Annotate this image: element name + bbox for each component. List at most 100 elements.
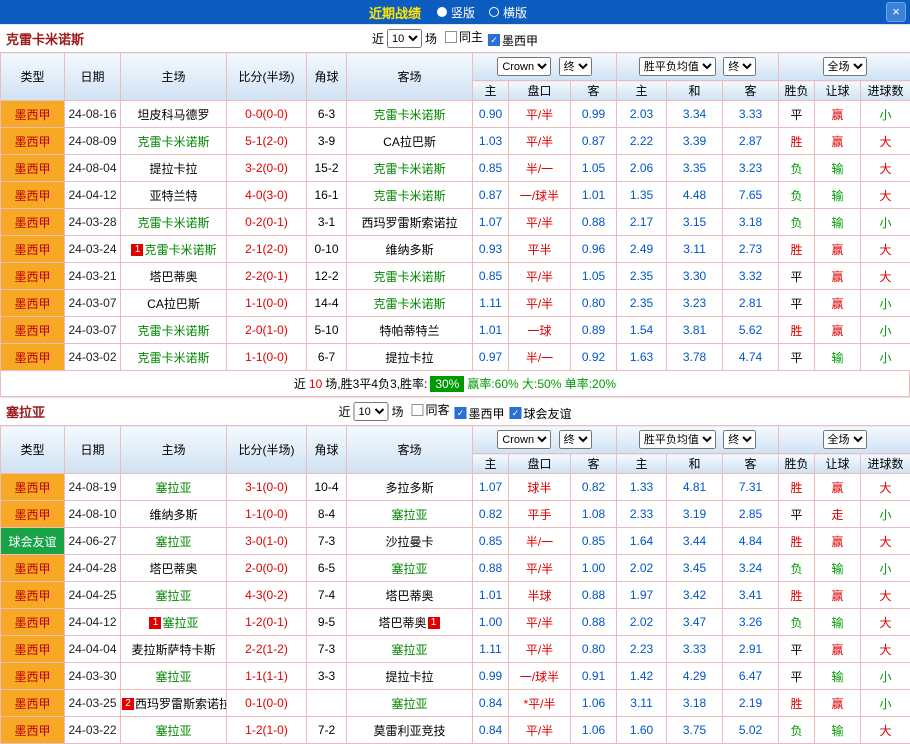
radio-horizontal[interactable]: 横版: [489, 4, 527, 21]
match-count-select[interactable]: 10: [353, 402, 388, 421]
handicap-cell: 平/半: [509, 717, 571, 744]
corner-cell: 7-4: [307, 582, 347, 609]
handicap-result-cell: 输: [815, 182, 861, 209]
date-cell: 24-06-27: [65, 528, 121, 555]
team-name: 塞拉亚: [0, 402, 45, 421]
handicap-cell: 一/球半: [509, 663, 571, 690]
handicap-cell: 一球: [509, 317, 571, 344]
odds-stage-select[interactable]: 终: [559, 430, 592, 449]
checkbox-checked[interactable]: ✓: [455, 407, 467, 419]
avg-stage-select[interactable]: 终: [723, 57, 756, 76]
team-name: 克雷卡米诺斯: [373, 108, 445, 122]
away-odds-cell: 0.88: [571, 209, 617, 236]
odds-stage-select[interactable]: 终: [559, 57, 592, 76]
team-name: 塞拉亚: [391, 508, 427, 522]
result-cell: 平: [779, 101, 815, 128]
result-cell: 胜: [779, 236, 815, 263]
handicap-result-cell: 输: [815, 717, 861, 744]
result-cell: 负: [779, 182, 815, 209]
avg-win-cell: 1.64: [617, 528, 667, 555]
scope-select[interactable]: 全场: [823, 430, 867, 449]
avg-select[interactable]: 胜平负均值: [639, 430, 716, 449]
corner-cell: 3-3: [307, 663, 347, 690]
col-avg-draw: 和: [667, 454, 723, 474]
avg-lose-cell: 4.84: [723, 528, 779, 555]
avg-stage-select[interactable]: 终: [723, 430, 756, 449]
scope-select[interactable]: 全场: [823, 57, 867, 76]
checkbox-checked[interactable]: ✓: [488, 34, 500, 46]
date-cell: 24-04-25: [65, 582, 121, 609]
score-cell: 2-0(1-0): [227, 317, 307, 344]
result-cell: 平: [779, 501, 815, 528]
filter-label: 墨西甲: [469, 405, 505, 422]
radio-vertical-label: 竖版: [451, 4, 475, 21]
avg-win-cell: 2.06: [617, 155, 667, 182]
away-team-cell: 维纳多斯: [347, 236, 473, 263]
col-odds-home: 主: [473, 81, 509, 101]
filter-球会友谊[interactable]: ✓球会友谊: [510, 405, 572, 422]
league-cell: 墨西甲: [1, 555, 65, 582]
radio-horizontal-dot[interactable]: [489, 7, 499, 17]
match-row: 墨西甲24-03-30塞拉亚1-1(1-1)3-3提拉卡拉0.99一/球半0.9…: [1, 663, 910, 690]
checkbox-unchecked[interactable]: [445, 31, 457, 43]
away-team-cell: 塞拉亚: [347, 501, 473, 528]
date-cell: 24-04-12: [65, 609, 121, 636]
date-cell: 24-03-25: [65, 690, 121, 717]
match-count-select[interactable]: 10: [387, 29, 422, 48]
filter-同客[interactable]: 同客: [411, 401, 449, 418]
filter-label: 球会友谊: [524, 405, 572, 422]
filter-墨西甲[interactable]: ✓墨西甲: [455, 405, 505, 422]
home-odds-cell: 1.01: [473, 317, 509, 344]
win-rate-badge: 30%: [430, 376, 464, 392]
team-name: 莫雷利亚竞技: [373, 724, 445, 738]
goals-result-cell: 小: [861, 501, 910, 528]
filter-同主[interactable]: 同主: [445, 28, 483, 45]
col-away: 客场: [347, 53, 473, 101]
avg-lose-cell: 3.33: [723, 101, 779, 128]
team-name: 提拉卡拉: [385, 670, 433, 684]
avg-lose-cell: 2.87: [723, 128, 779, 155]
result-cell: 平: [779, 636, 815, 663]
avg-draw-cell: 4.29: [667, 663, 723, 690]
handicap-cell: 平/半: [509, 209, 571, 236]
avg-draw-cell: 3.19: [667, 501, 723, 528]
corner-cell: 16-1: [307, 182, 347, 209]
away-odds-cell: 0.80: [571, 290, 617, 317]
home-team-cell: 塞拉亚: [121, 528, 227, 555]
score-cell: 2-1(2-0): [227, 236, 307, 263]
col-avg-home: 主: [617, 454, 667, 474]
close-button[interactable]: ×: [886, 2, 906, 22]
league-cell: 墨西甲: [1, 290, 65, 317]
radio-vertical[interactable]: 竖版: [437, 4, 475, 21]
avg-lose-cell: 3.18: [723, 209, 779, 236]
summary-prefix: 近: [294, 375, 306, 392]
radio-vertical-dot[interactable]: [437, 7, 447, 17]
avg-draw-cell: 3.78: [667, 344, 723, 371]
home-odds-cell: 0.90: [473, 101, 509, 128]
score-cell: 1-1(0-0): [227, 344, 307, 371]
company-select[interactable]: Crown: [497, 430, 551, 449]
result-cell: 平: [779, 263, 815, 290]
company-select[interactable]: Crown: [497, 57, 551, 76]
col-odds-away: 客: [571, 454, 617, 474]
checkbox-checked[interactable]: ✓: [510, 407, 522, 419]
col-corner: 角球: [307, 53, 347, 101]
corner-cell: 3-9: [307, 128, 347, 155]
home-odds-cell: 1.11: [473, 290, 509, 317]
league-cell: 墨西甲: [1, 717, 65, 744]
team-name: 塔巴蒂奥: [378, 616, 426, 630]
filter-label: 墨西甲: [502, 32, 538, 49]
checkbox-unchecked[interactable]: [411, 404, 423, 416]
filter-墨西甲[interactable]: ✓墨西甲: [488, 32, 538, 49]
match-row: 墨西甲24-04-25塞拉亚4-3(0-2)7-4塔巴蒂奥1.01半球0.881…: [1, 582, 910, 609]
handicap-cell: 平手: [509, 501, 571, 528]
avg-select[interactable]: 胜平负均值: [639, 57, 716, 76]
filter-controls: 近 10 场 同主✓墨西甲: [372, 28, 538, 49]
corner-cell: [307, 690, 347, 717]
avg-win-cell: 2.35: [617, 290, 667, 317]
date-cell: 24-03-28: [65, 209, 121, 236]
date-cell: 24-03-30: [65, 663, 121, 690]
match-row: 墨西甲24-08-10维纳多斯1-1(0-0)8-4塞拉亚0.82平手1.082…: [1, 501, 910, 528]
score-cell: 0-0(0-0): [227, 101, 307, 128]
team-name: 克雷卡米诺斯: [137, 216, 209, 230]
